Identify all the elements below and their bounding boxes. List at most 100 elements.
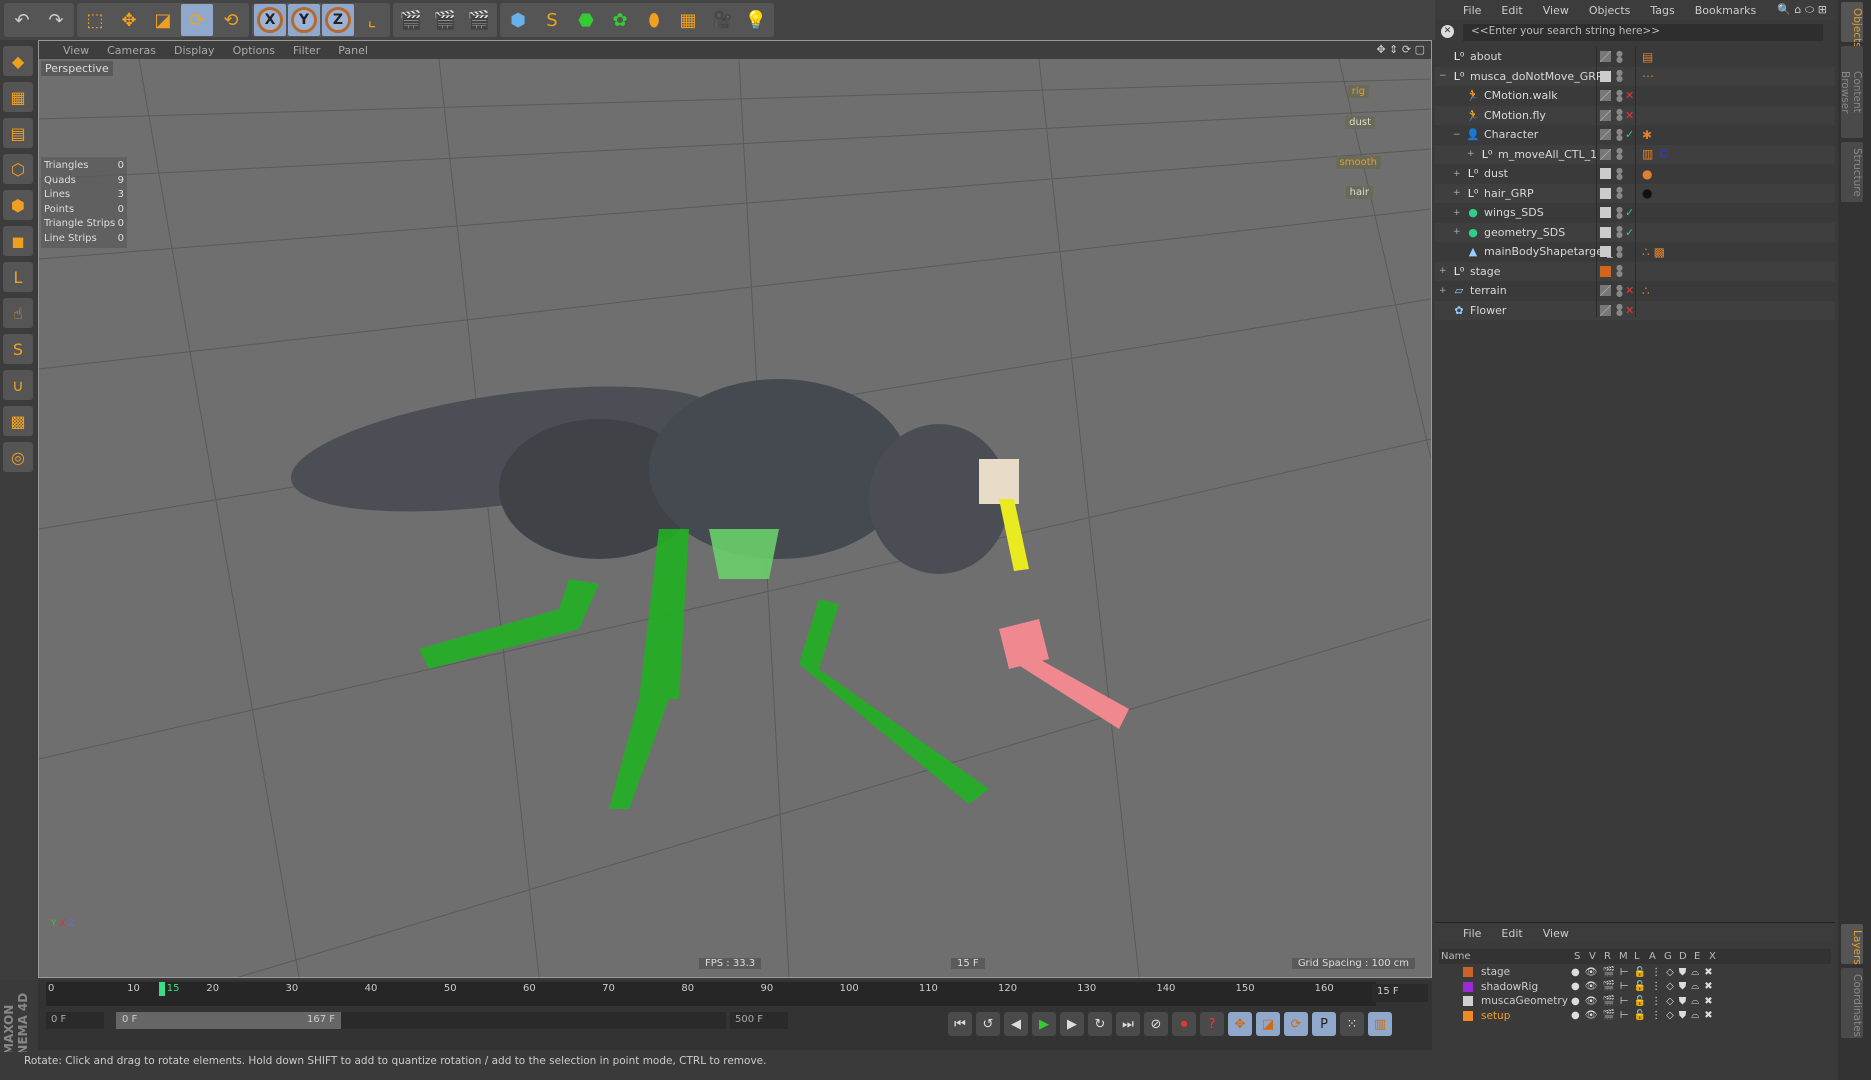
visibility-dots[interactable]: ● ● (1616, 303, 1623, 317)
magnet-icon[interactable]: ∪ (3, 370, 33, 400)
x-axis-icon[interactable]: X (254, 4, 286, 36)
layer-color-swatch[interactable] (1600, 285, 1611, 297)
tab-objects[interactable]: Objects (1841, 2, 1863, 48)
key-rotation-icon[interactable]: ⟳ (1284, 1012, 1308, 1036)
layer-name[interactable]: muscaGeometry (1481, 995, 1568, 1007)
layer-color[interactable] (1463, 981, 1473, 992)
expand-toggle[interactable]: + (1453, 188, 1462, 198)
object-name[interactable]: geometry_SDS (1484, 226, 1565, 239)
layer-color-swatch[interactable] (1600, 90, 1611, 102)
move-icon[interactable]: ✥ (113, 4, 145, 36)
layer-row[interactable]: shadowRig ● 👁 🎬 ⊢ 🔓 ⋮ ◇ ⛊ ⌓ ✖ (1439, 980, 1831, 995)
om-menu-view[interactable]: View (1543, 4, 1569, 17)
layer-name[interactable]: stage (1481, 966, 1510, 978)
key-parameter-icon[interactable]: P (1312, 1012, 1336, 1036)
expand-toggle[interactable]: + (1453, 169, 1462, 179)
tab-structure[interactable]: Structure (1841, 142, 1863, 202)
object-name[interactable]: CMotion.walk (1484, 89, 1558, 102)
object-name[interactable]: Character (1484, 128, 1538, 141)
deformer-icon[interactable]: ⬮ (638, 4, 670, 36)
array-icon[interactable]: ✿ (604, 4, 636, 36)
layer-column-header[interactable]: S (1571, 951, 1586, 962)
hud-tag-rig[interactable]: rig (1347, 85, 1369, 98)
object-name[interactable]: Flower (1470, 304, 1506, 317)
viewport-perspective[interactable]: View Cameras Display Options Filter Pane… (38, 40, 1432, 978)
viewport-menu-filter[interactable]: Filter (293, 44, 320, 57)
layer-row[interactable]: muscaGeometry ● 👁 🎬 ⊢ 🔓 ⋮ ◇ ⛊ ⌓ ✖ (1439, 994, 1831, 1009)
visibility-dots[interactable]: ● ● (1616, 166, 1623, 180)
hud-tag-dust[interactable]: dust (1345, 116, 1375, 129)
render-picture-viewer-icon[interactable]: 🎬 (429, 4, 461, 36)
z-axis-icon[interactable]: Z (322, 4, 354, 36)
prev-frame-button[interactable]: ◀ (1004, 1012, 1028, 1036)
viewport-menu-view[interactable]: View (63, 44, 89, 57)
layer-name[interactable]: shadowRig (1481, 981, 1538, 993)
visibility-dots[interactable]: ● ● (1616, 127, 1623, 141)
cube-icon[interactable]: ⬢ (502, 4, 534, 36)
axis-mode-icon[interactable]: L (3, 262, 33, 292)
object-search-input[interactable]: <<Enter your search string here>> (1463, 24, 1823, 41)
texture-mode-icon[interactable]: ▦ (3, 82, 33, 112)
render-view-icon[interactable]: 🎬 (395, 4, 427, 36)
object-name[interactable]: wings_SDS (1484, 206, 1544, 219)
layer-toggles[interactable]: ● 👁 🎬 ⊢ 🔓 ⋮ ◇ ⛊ ⌓ ✖ (1571, 996, 1713, 1007)
end-frame-field[interactable]: 500 F (730, 1012, 788, 1029)
visibility-dots[interactable]: ● ● (1616, 264, 1623, 278)
visibility-dots[interactable]: ● ● (1616, 225, 1623, 239)
preview-range-slider[interactable]: 0 F 167 F (116, 1012, 726, 1029)
object-name[interactable]: dust (1484, 167, 1508, 180)
expand-toggle[interactable]: + (1453, 227, 1462, 237)
layer-toggles[interactable]: ● 👁 🎬 ⊢ 🔓 ⋮ ◇ ⛊ ⌓ ✖ (1571, 1010, 1713, 1021)
object-name[interactable]: m_moveAll_CTL_1 (1498, 148, 1597, 161)
workplane-lock-icon[interactable]: ▩ (3, 406, 33, 436)
visibility-dots[interactable]: ● ● (1616, 88, 1623, 102)
visibility-dots[interactable]: ● ● (1616, 186, 1623, 200)
layer-color-swatch[interactable] (1600, 129, 1611, 141)
object-name[interactable]: about (1470, 50, 1502, 63)
nurbs-icon[interactable]: ⬣ (570, 4, 602, 36)
om-search-home-icons[interactable]: 🔍 ⌂ ⬭ ⊞ (1777, 3, 1835, 17)
polygons-mode-icon[interactable]: ◼ (3, 226, 33, 256)
visibility-dots[interactable]: ● ● (1616, 108, 1623, 122)
tab-content-browser[interactable]: Content Browser (1839, 46, 1863, 138)
key-scale-icon[interactable]: ◪ (1256, 1012, 1280, 1036)
enable-flag[interactable]: ✕ (1625, 284, 1634, 297)
preview-range-handle[interactable]: 0 F 167 F (116, 1012, 341, 1029)
viewport-nav-icons[interactable]: ✥ ⇕ ⟳ ▢ (1376, 43, 1425, 56)
record-keys-off-button[interactable]: ⊘ (1144, 1012, 1168, 1036)
expand-toggle[interactable]: + (1453, 208, 1462, 218)
visibility-dots[interactable]: ● ● (1616, 283, 1623, 297)
timeline-ruler[interactable]: 0 10 15 20 30 40 50 60 70 80 90 100 110 120 130 140 150 1… (46, 982, 1376, 1006)
material-dark-tag-icon[interactable]: ● (1642, 186, 1652, 200)
enable-flag[interactable]: ✓ (1625, 206, 1634, 219)
floor-icon[interactable]: ▦ (672, 4, 704, 36)
layer-color-swatch[interactable] (1600, 70, 1611, 82)
tweak-mode-icon[interactable]: ☝ (3, 298, 33, 328)
next-key-button[interactable]: ↻ (1088, 1012, 1112, 1036)
enable-flag[interactable]: ✓ (1625, 226, 1634, 239)
layer-column-header[interactable]: G (1661, 951, 1676, 962)
weight-tag-icon[interactable]: ▥ (1642, 147, 1653, 161)
layer-column-header[interactable]: L (1631, 951, 1646, 962)
key-position-icon[interactable]: ✥ (1228, 1012, 1252, 1036)
sculpt-icon[interactable]: ◎ (3, 442, 33, 472)
character-tag-icon[interactable]: ✱ (1642, 128, 1652, 142)
hud-tag-smooth[interactable]: smooth (1335, 156, 1381, 169)
layer-row[interactable]: setup ● 👁 🎬 ⊢ 🔓 ⋮ ◇ ⛊ ⌓ ✖ (1439, 1009, 1831, 1024)
layer-color-swatch[interactable] (1600, 187, 1611, 199)
layer-column-header[interactable]: A (1646, 951, 1661, 962)
layer-color-swatch[interactable] (1600, 109, 1611, 121)
viewport-menu-display[interactable]: Display (174, 44, 215, 57)
next-frame-button[interactable]: ▶ (1060, 1012, 1084, 1036)
enable-flag[interactable]: ✕ (1625, 304, 1634, 317)
enable-flag[interactable]: ✕ (1625, 89, 1634, 102)
rotate-icon[interactable]: ⟳ (181, 4, 213, 36)
redo-icon[interactable]: ↷ (40, 4, 72, 36)
layer-column-header[interactable]: M (1616, 951, 1631, 962)
checker-tag-icon[interactable]: ▩ (1654, 245, 1665, 259)
hud-tag-hair[interactable]: hair (1345, 186, 1373, 199)
expand-toggle[interactable]: + (1467, 149, 1476, 159)
enable-flag[interactable]: ✓ (1625, 128, 1634, 141)
coordinate-system-icon[interactable]: ⌞ (356, 4, 388, 36)
om-menu-objects[interactable]: Objects (1589, 4, 1631, 17)
